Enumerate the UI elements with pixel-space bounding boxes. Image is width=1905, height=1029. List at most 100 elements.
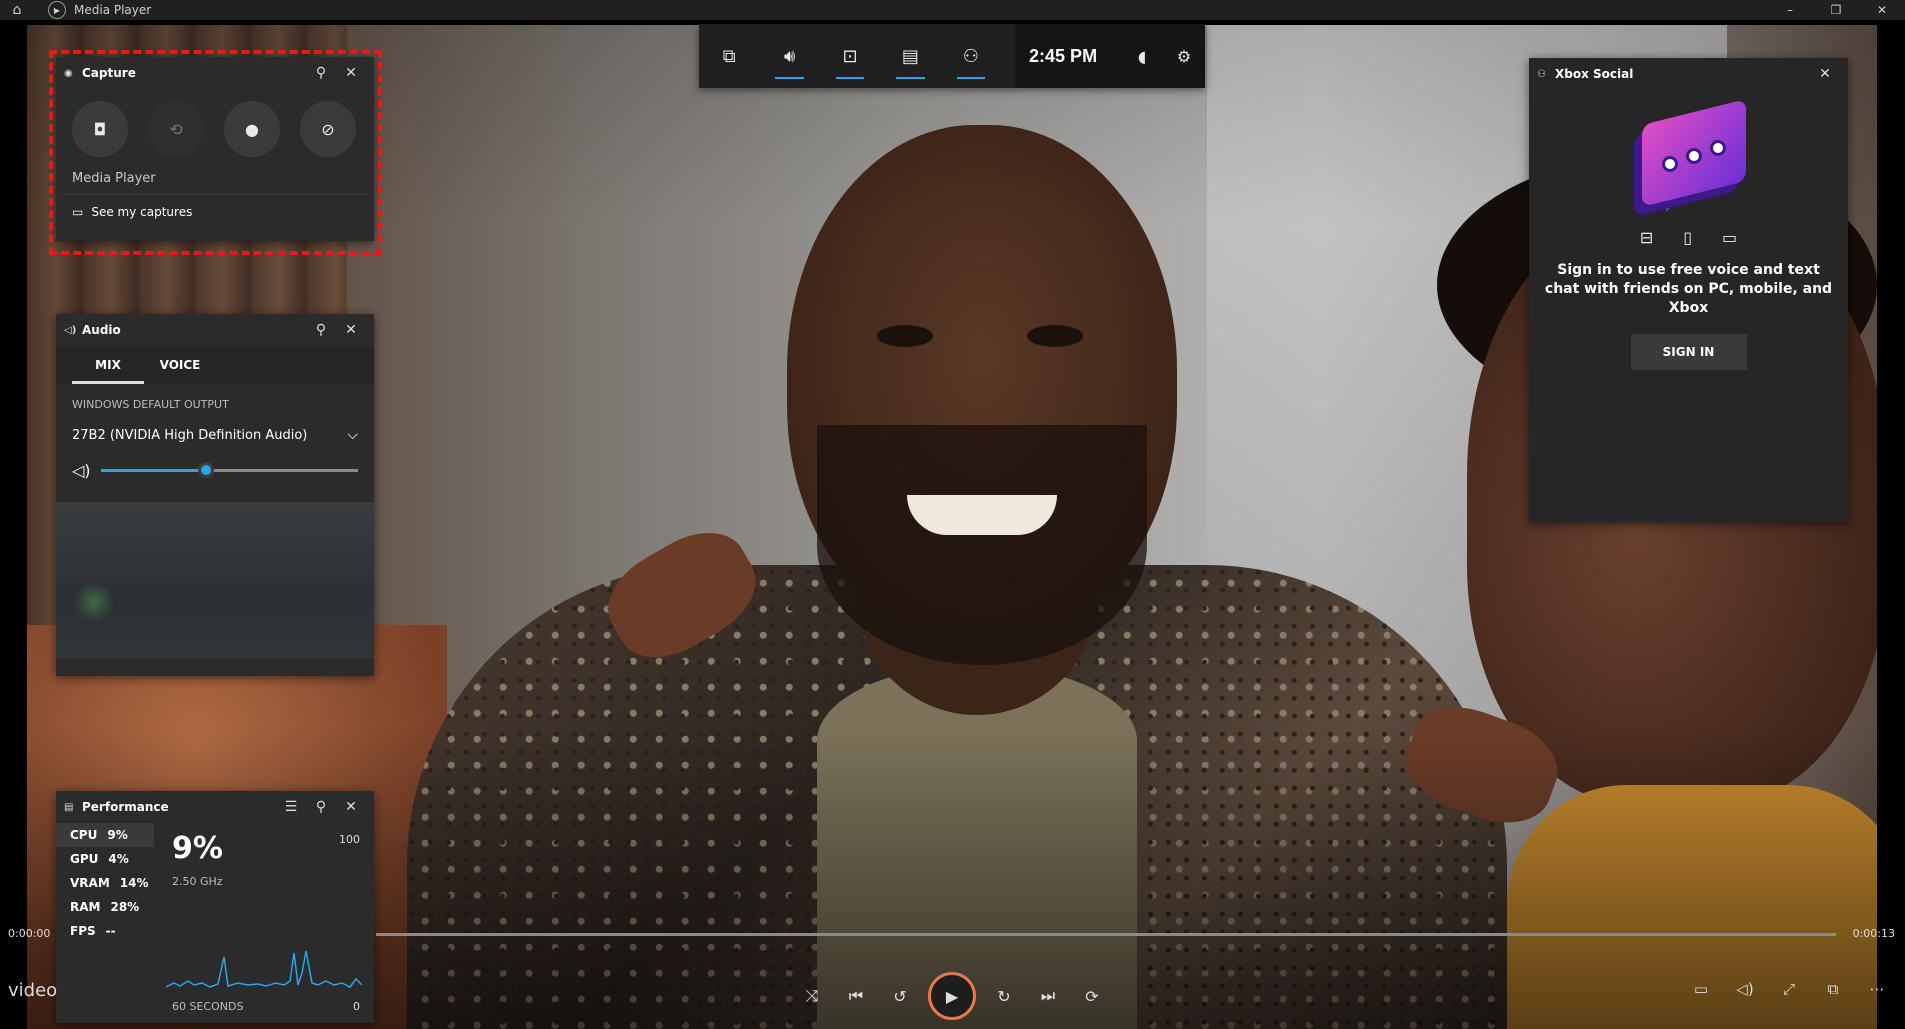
phone-icon: ▯: [1683, 228, 1693, 247]
close-icon[interactable]: ✕: [336, 65, 366, 81]
mini-player-icon[interactable]: ⧉: [1811, 980, 1855, 998]
start-recording-button[interactable]: ●: [224, 101, 280, 157]
xbox-social-header: ⚇ Xbox Social ✕: [1529, 58, 1848, 90]
performance-body: CPU 9% GPU 4% VRAM 14% RAM 28% FPS -- 9% 2.50…: [56, 823, 374, 1019]
see-my-captures-label: See my captures: [91, 205, 193, 219]
mic-off-icon: ⊘: [321, 119, 335, 139]
people-icon: ⚇: [1537, 68, 1546, 80]
metric-vram[interactable]: VRAM 14%: [56, 871, 154, 895]
media-title: video: [8, 980, 58, 1001]
seek-bar[interactable]: [376, 933, 1836, 936]
capture-buttons: ◘ ⟲ ● ⊘: [56, 89, 374, 157]
metric-list: CPU 9% GPU 4% VRAM 14% RAM 28% FPS --: [56, 823, 154, 1019]
total-time: 0:00:13: [1852, 927, 1895, 940]
home-icon[interactable]: ⌂: [0, 2, 34, 18]
xbox-social-body: ⊟ ▯ ▭ Sign in to use free voice and text…: [1529, 90, 1848, 370]
sign-in-button[interactable]: SIGN IN: [1630, 334, 1747, 370]
metric-gpu[interactable]: GPU 4%: [56, 847, 154, 871]
output-device-name: 27B2 (NVIDIA High Definition Audio): [72, 427, 308, 443]
play-button[interactable]: ▶: [928, 972, 976, 1020]
metric-cpu[interactable]: CPU 9%: [56, 823, 154, 847]
console-icon: ▭: [1722, 228, 1738, 247]
cpu-usage-graph: [166, 950, 362, 988]
performance-widget: ▤ Performance ☰ ⚲ ✕ CPU 9% GPU 4% VRAM 14% …: [56, 791, 374, 1023]
restore-button[interactable]: ❐: [1813, 3, 1859, 17]
pin-icon[interactable]: ⚲: [306, 799, 336, 815]
metric-value: --: [105, 924, 116, 938]
tab-mix[interactable]: MIX: [72, 346, 144, 384]
audio-widget-title: Audio: [82, 323, 121, 337]
performance-widget-title: Performance: [82, 800, 169, 814]
tab-voice[interactable]: VOICE: [144, 346, 216, 384]
audio-widget-icon: ◁): [64, 324, 77, 336]
next-icon[interactable]: ⏭︎: [1026, 986, 1070, 1006]
metric-value: 28%: [110, 900, 140, 914]
audio-tabs: MIX VOICE: [56, 346, 374, 384]
cpu-usage-line: [166, 950, 362, 988]
graph-min-label: 0: [353, 1000, 360, 1013]
minimize-button[interactable]: –: [1767, 3, 1813, 17]
gear-icon[interactable]: ⚙: [1163, 47, 1205, 66]
close-icon[interactable]: ✕: [336, 322, 366, 338]
pin-icon[interactable]: ⚲: [306, 65, 336, 81]
more-options-icon[interactable]: ⋯: [1855, 980, 1899, 998]
close-icon[interactable]: ✕: [1810, 66, 1840, 82]
output-section-label: WINDOWS DEFAULT OUTPUT: [72, 398, 229, 411]
volume-slider[interactable]: [100, 462, 358, 478]
volume-slider-thumb[interactable]: [198, 462, 215, 478]
media-player-app-icon: ▶: [48, 1, 66, 19]
metric-label: GPU: [70, 852, 99, 866]
graph-max-label: 100: [339, 833, 360, 846]
speaker-icon[interactable]: ◁): [72, 461, 91, 480]
record-last-30-button[interactable]: ⟲: [148, 101, 204, 157]
capture-icon: ⊡: [842, 45, 858, 67]
record-last-icon: ⟲: [169, 119, 183, 139]
pc-icon: ⊟: [1639, 228, 1654, 247]
xbox-social-widget-button[interactable]: ⚇: [941, 24, 1001, 88]
captions-icon[interactable]: ▭: [1679, 980, 1723, 998]
close-icon[interactable]: ✕: [336, 799, 366, 815]
skip-back-10-icon[interactable]: ↺: [878, 987, 922, 1006]
see-my-captures-link[interactable]: ▭ See my captures: [60, 194, 370, 229]
volume-icon[interactable]: ◁): [1723, 980, 1767, 998]
window-controls: – ❐ ✕: [1767, 3, 1905, 17]
metric-label: CPU: [70, 828, 98, 842]
mic-toggle-button[interactable]: ⊘: [300, 101, 356, 157]
capture-widget: ◉ Capture ⚲ ✕ ◘ ⟲ ● ⊘ Media Player ▭ See…: [56, 57, 374, 241]
capture-target-app: Media Player: [72, 171, 156, 186]
audio-widget-button[interactable]: 🔊︎: [759, 24, 819, 88]
close-window-button[interactable]: ✕: [1859, 3, 1905, 17]
capture-widget-header: ◉ Capture ⚲ ✕: [56, 57, 374, 89]
capture-widget-icon: ◉: [64, 67, 73, 79]
skip-forward-30-icon[interactable]: ↻: [982, 987, 1026, 1006]
options-icon[interactable]: ☰: [276, 799, 306, 815]
screenshot-button[interactable]: ◘: [72, 101, 128, 157]
camera-icon: ◘: [93, 119, 107, 139]
play-icon: ▶: [945, 986, 959, 1006]
pin-icon[interactable]: ⚲: [306, 322, 336, 338]
metric-fps[interactable]: FPS --: [56, 919, 154, 943]
xbox-social-title: Xbox Social: [1555, 67, 1634, 81]
capture-widget-title: Capture: [82, 66, 136, 80]
mouse-icon[interactable]: ◖: [1121, 47, 1163, 66]
capture-widget-button[interactable]: ⊡: [820, 24, 880, 88]
game-bar-status: 2:45 PM ◖ ⚙: [1015, 24, 1206, 88]
previous-icon[interactable]: ⏮︎: [834, 986, 878, 1006]
fullscreen-icon[interactable]: ⤢: [1767, 980, 1811, 998]
output-device-dropdown[interactable]: 27B2 (NVIDIA High Definition Audio) ⌵: [56, 417, 374, 453]
repeat-icon[interactable]: ⟳: [1070, 987, 1114, 1006]
performance-widget-icon: ▤: [64, 801, 74, 813]
metric-value: 14%: [119, 876, 149, 890]
metric-label: VRAM: [70, 876, 110, 890]
game-bar: ⧉ 🔊︎ ⊡ ▤ ⚇ 2:45 PM ◖ ⚙: [699, 24, 1206, 88]
metric-ram[interactable]: RAM 28%: [56, 895, 154, 919]
graph-window-label: 60 SECONDS: [172, 1000, 244, 1013]
performance-widget-button[interactable]: ▤: [880, 24, 940, 88]
master-volume-row: ◁): [56, 453, 374, 488]
audio-widget-header: ◁) Audio ⚲ ✕: [56, 314, 374, 346]
current-time: 0:00:00: [8, 927, 51, 940]
widget-menu-button[interactable]: ⧉: [699, 24, 759, 88]
chat-dot: [1685, 148, 1702, 164]
clock: 2:45 PM: [1029, 45, 1098, 66]
shuffle-icon[interactable]: ⤨: [790, 986, 834, 1006]
